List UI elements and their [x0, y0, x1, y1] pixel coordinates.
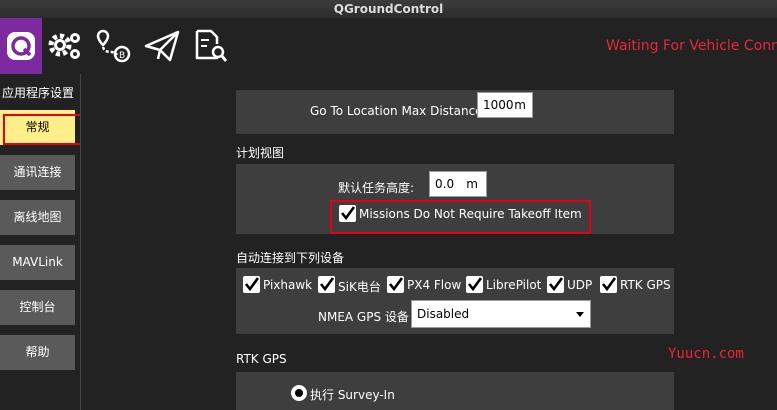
survey-in-radio[interactable]	[291, 385, 307, 401]
checkmark-icon	[319, 277, 335, 292]
rtk-gps-checkbox[interactable]	[600, 276, 617, 293]
px4-flow-checkbox[interactable]	[387, 276, 404, 293]
pixhawk-label: Pixhawk	[263, 278, 313, 292]
pixhawk-checkbox[interactable]	[243, 276, 260, 293]
librepilot-label: LibrePilot	[486, 278, 542, 292]
survey-in-label: 执行 Survey-In	[310, 388, 395, 402]
default-altitude-value: 0.0	[435, 177, 455, 191]
window-title-bar: QGroundControl	[0, 0, 777, 18]
autoconnect-heading: 自动连接到下列设备	[236, 251, 345, 265]
analyze-document-icon	[195, 29, 228, 62]
default-altitude-field[interactable]: 0.0 m	[429, 171, 487, 197]
sidebar-item-console[interactable]: 控制台	[0, 290, 75, 325]
autoconnect-panel: Pixhawk SiK电台 PX4 Flow LibrePilot UDP RT…	[236, 268, 674, 334]
window-title: QGroundControl	[333, 2, 444, 16]
checkmark-icon	[601, 277, 617, 292]
px4-flow-label: PX4 Flow	[407, 278, 462, 292]
analyze-button[interactable]	[190, 18, 230, 74]
settings-gears-icon	[48, 33, 80, 59]
udp-checkbox[interactable]	[547, 276, 564, 293]
goto-panel: Go To Location Max Distance 1000 m	[236, 90, 674, 134]
goto-distance-label: Go To Location Max Distance	[310, 104, 483, 118]
default-altitude-unit: m	[466, 177, 478, 191]
nmea-gps-label: NMEA GPS 设备	[318, 310, 409, 324]
sidebar-item-offline-maps[interactable]: 离线地图	[0, 200, 75, 235]
sidebar-item-mavlink[interactable]: MAVLink	[0, 245, 75, 280]
fly-button[interactable]	[142, 18, 182, 74]
goto-distance-unit: m	[514, 98, 526, 112]
sidebar-item-help[interactable]: 帮助	[0, 335, 75, 370]
default-altitude-label: 默认任务高度:	[338, 181, 415, 195]
sik-radio-label: SiK电台	[338, 280, 381, 294]
nmea-gps-dropdown[interactable]: Disabled	[411, 300, 591, 328]
plan-view-heading: 计划视图	[236, 146, 285, 160]
vehicle-status-text: Waiting For Vehicle Conn	[606, 38, 777, 54]
sidebar-item-comm-links[interactable]: 通讯连接	[0, 155, 75, 190]
udp-label: UDP	[567, 278, 593, 292]
checkmark-icon	[467, 277, 483, 292]
rtk-gps-label: RTK GPS	[620, 278, 671, 292]
rtk-heading: RTK GPS	[236, 352, 287, 366]
goto-distance-value: 1000	[483, 98, 514, 112]
nmea-gps-value: Disabled	[417, 307, 470, 321]
settings-sidebar: 应用程序设置 常规 通讯连接 离线地图 MAVLink 控制台 帮助	[0, 74, 94, 410]
main-toolbar: B Waiting For Vehicle Conn	[0, 18, 777, 74]
qgc-logo-button[interactable]	[0, 18, 42, 74]
fly-paper-plane-icon	[144, 30, 180, 62]
plan-button[interactable]: B	[94, 18, 134, 74]
plan-route-icon: B	[96, 29, 131, 63]
sik-radio-checkbox[interactable]	[318, 276, 335, 293]
settings-button[interactable]	[46, 18, 86, 74]
checkmark-icon	[548, 277, 564, 292]
checkmark-icon	[388, 277, 404, 292]
svg-text:B: B	[119, 51, 125, 61]
qgc-logo-icon	[7, 32, 35, 60]
librepilot-checkbox[interactable]	[466, 276, 483, 293]
watermark-text: Yuucn.com	[668, 346, 744, 362]
sidebar-title: 应用程序设置	[2, 86, 75, 100]
goto-distance-field[interactable]: 1000 m	[477, 92, 533, 118]
rtk-panel: 执行 Survey-In	[236, 372, 674, 410]
dropdown-arrow-icon	[576, 312, 584, 317]
checkmark-icon	[244, 277, 260, 292]
highlight-box-takeoff	[330, 200, 591, 234]
